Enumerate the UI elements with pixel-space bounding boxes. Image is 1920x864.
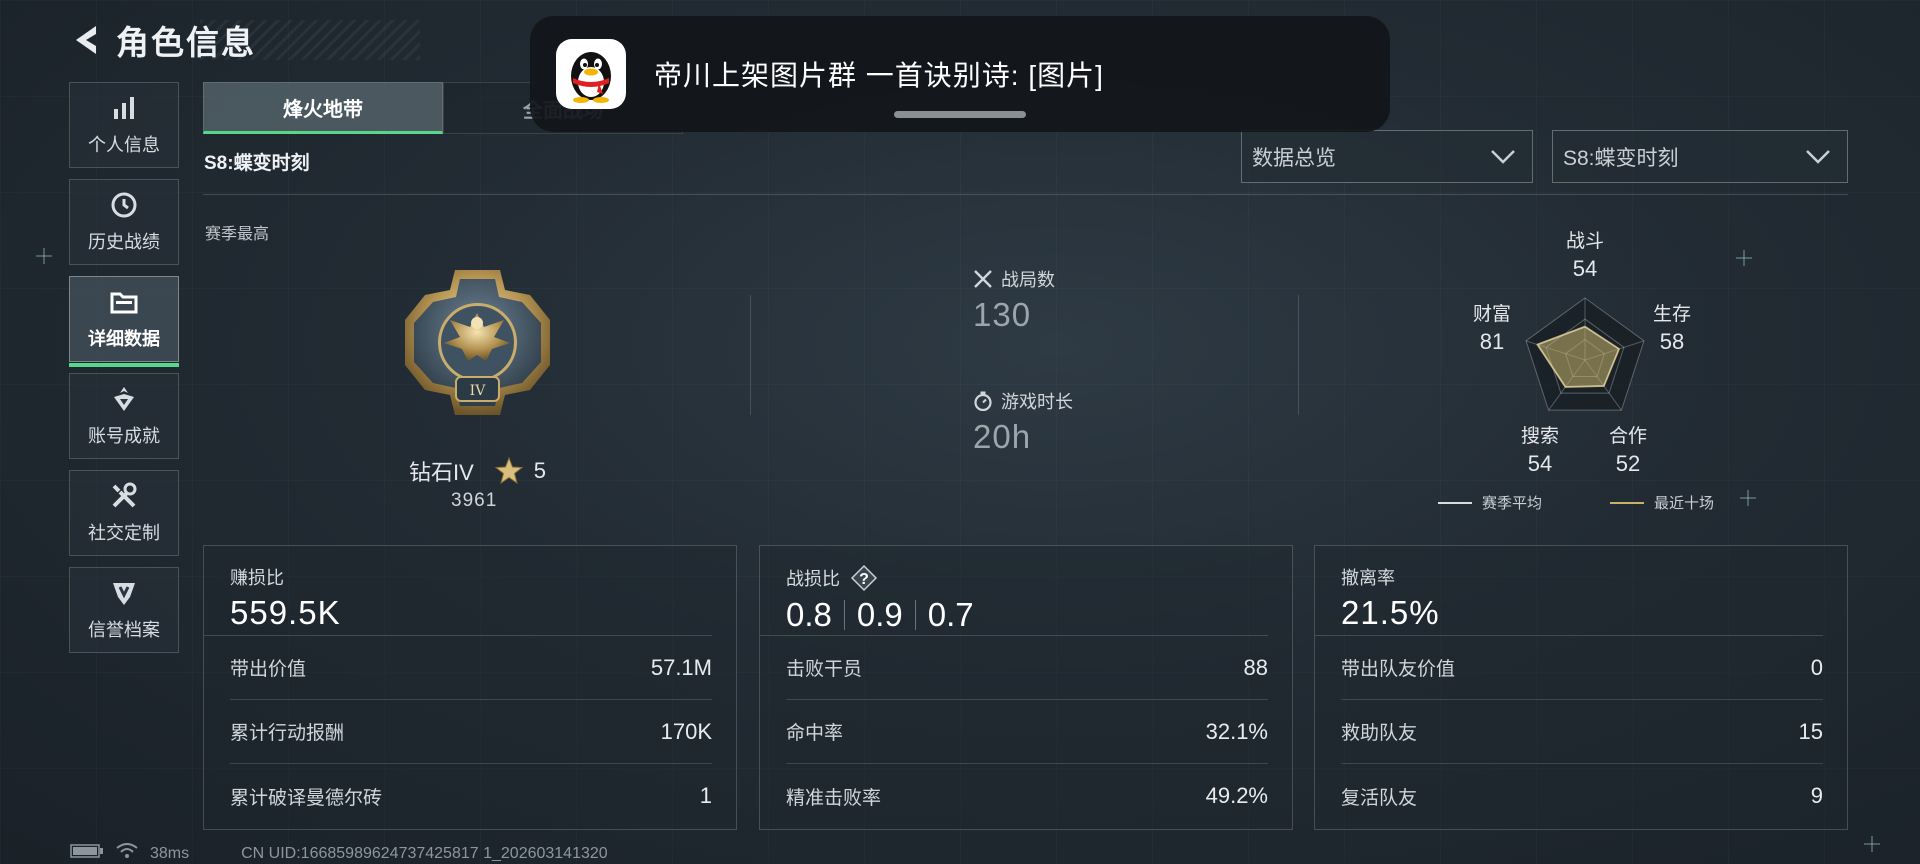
legend-season-avg: 赛季平均	[1438, 492, 1542, 513]
sidebar-item-label: 详细数据	[88, 329, 160, 349]
divider	[1298, 295, 1299, 415]
season-dropdown[interactable]: S8:蝶变时刻	[1552, 130, 1848, 183]
sidebar-item-personal-info[interactable]: 个人信息	[69, 82, 179, 168]
stat-row: 带出价值 57.1M	[230, 636, 712, 700]
crosshair-decoration	[36, 248, 52, 264]
sidebar-item-history[interactable]: 历史战绩	[69, 179, 179, 265]
achievement-icon	[109, 384, 139, 414]
radar-chart: 战斗 54 生存 58 合作 52 搜索 54 财富 81	[1450, 225, 1720, 505]
notification-handle[interactable]	[894, 111, 1026, 118]
rank-numeral: IV	[470, 383, 487, 399]
legend-recent-ten: 最近十场	[1610, 492, 1714, 513]
playtime-label: 游戏时长	[1001, 392, 1073, 412]
bar-chart-icon	[109, 93, 139, 123]
divider	[843, 600, 845, 630]
rank-star-count: 5	[533, 458, 547, 483]
kd-ratios: 0.8 0.9 0.7	[786, 596, 1268, 634]
playtime-value: 20h	[973, 418, 1032, 455]
svg-text:?: ?	[859, 571, 869, 588]
matches-stat: 战局数 130	[973, 266, 1055, 334]
card-title: 赚损比	[230, 568, 284, 588]
view-dropdown[interactable]: 数据总览	[1241, 130, 1533, 183]
legend-swatch	[1438, 501, 1472, 504]
kd-ratio-value: 0.7	[927, 596, 974, 633]
extract-card: 撤离率 21.5% 带出队友价值 0 救助队友 15 复活队友 9	[1314, 545, 1848, 830]
divider	[914, 600, 916, 630]
stat-row: 累计行动报酬 170K	[230, 700, 712, 764]
help-icon[interactable]: ?	[850, 564, 878, 592]
matches-value: 130	[973, 296, 1032, 333]
rank-tier: 钻石IV	[409, 460, 474, 485]
notification-text: 帝川上架图片群 一首诀别诗: [图片]	[654, 60, 1104, 91]
rank-name: 钻石IV 5	[409, 455, 546, 487]
legend-swatch	[1610, 501, 1644, 504]
shield-icon	[109, 578, 139, 608]
divider	[203, 194, 1848, 195]
legend-label: 赛季平均	[1482, 495, 1543, 512]
qq-penguin-icon	[556, 39, 626, 109]
view-dropdown-value: 数据总览	[1252, 146, 1336, 170]
battery-icon	[70, 843, 104, 864]
kd-ratio-value: 0.9	[856, 596, 903, 633]
sidebar-item-label: 历史战绩	[88, 232, 160, 252]
kd-ratio-value: 0.8	[786, 596, 832, 633]
stat-row: 命中率 32.1%	[786, 700, 1268, 764]
stat-row: 救助队友 15	[1341, 700, 1823, 764]
season-title: S8:蝶变时刻	[204, 153, 310, 174]
profit-card: 赚损比 559.5K 带出价值 57.1M 累计行动报酬 170K 累计破译曼德尔砖…	[203, 545, 737, 830]
back-arrow-icon[interactable]	[68, 20, 102, 60]
status-bar: 38ms CN UID:16685989624737425817 1_20260…	[70, 843, 608, 864]
sidebar-item-label: 社交定制	[88, 523, 160, 543]
matches-label: 战局数	[1001, 270, 1055, 290]
wifi-icon	[116, 843, 138, 864]
page-title: 角色信息	[116, 24, 256, 61]
crossed-swords-icon	[973, 269, 993, 289]
ping-value: 38ms	[150, 844, 190, 862]
crosshair-decoration	[1740, 490, 1756, 506]
radar-label-search: 搜索 54	[1520, 426, 1559, 476]
card-title: 撤离率	[1341, 568, 1395, 588]
history-icon	[109, 190, 139, 220]
sidebar-item-reputation[interactable]: 信誉档案	[69, 567, 179, 653]
sidebar: 个人信息 历史战绩 详细数据 账号成就 社交定制 信誉档案	[69, 82, 179, 664]
stat-row: 精准击败率 49.2%	[786, 783, 1268, 809]
radar-label-cooperation: 合作 52	[1608, 426, 1647, 476]
crosshair-decoration	[1864, 836, 1880, 852]
star-icon	[494, 456, 524, 486]
season-dropdown-value: S8:蝶变时刻	[1563, 146, 1679, 170]
card-main-value: 21.5%	[1341, 594, 1440, 631]
sidebar-item-social[interactable]: 社交定制	[69, 470, 179, 556]
combat-card: 战损比 ? 0.8 0.9 0.7 击败干员 88 命中率 32.1% 精准击败率 4…	[759, 545, 1293, 830]
tab-hazard-zone[interactable]: 烽火地带	[203, 82, 443, 134]
stat-row: 复活队友 9	[1341, 783, 1823, 809]
stat-row: 击败干员 88	[786, 636, 1268, 700]
rank-badge-emblem: IV	[400, 265, 555, 420]
card-main-value: 559.5K	[230, 594, 341, 631]
stat-row: 累计破译曼德尔砖 1	[230, 783, 712, 809]
season-best-label: 赛季最高	[205, 226, 270, 243]
chevron-down-icon	[1491, 149, 1515, 164]
playtime-stat: 游戏时长 20h	[973, 388, 1073, 456]
chevron-down-icon	[1806, 149, 1830, 164]
sidebar-item-label: 信誉档案	[88, 620, 160, 640]
rank-score: 3961	[451, 490, 498, 511]
stat-row: 带出队友价值 0	[1341, 636, 1823, 700]
tools-icon	[109, 481, 139, 511]
page-header: 角色信息	[68, 16, 256, 64]
sidebar-item-label: 个人信息	[88, 135, 160, 155]
radar-label-survival: 生存 58	[1652, 304, 1691, 354]
folder-icon	[109, 287, 139, 317]
card-title: 战损比 ?	[786, 564, 1268, 592]
sidebar-item-achievements[interactable]: 账号成就	[69, 373, 179, 459]
uid-text: CN UID:16685989624737425817 1_2026031413…	[241, 844, 608, 862]
sidebar-item-label: 账号成就	[88, 426, 160, 446]
radar-label-wealth: 财富 81	[1472, 304, 1511, 354]
radar-label-combat: 战斗 54	[1565, 231, 1604, 281]
stopwatch-icon	[973, 391, 993, 412]
divider	[750, 295, 751, 415]
legend-label: 最近十场	[1654, 495, 1715, 512]
crosshair-decoration	[1736, 250, 1752, 266]
sidebar-item-detailed-data[interactable]: 详细数据	[69, 276, 179, 367]
notification-banner[interactable]: 帝川上架图片群 一首诀别诗: [图片]	[530, 16, 1390, 132]
